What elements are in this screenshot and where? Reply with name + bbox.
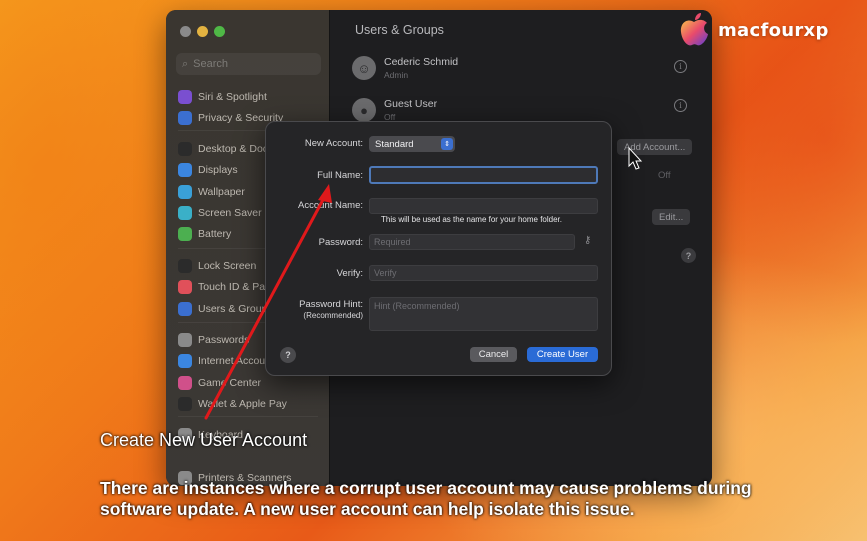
user-name: Cederic Schmid [384, 56, 459, 68]
sidebar-item-lock-screen[interactable]: Lock Screen [178, 257, 256, 275]
search-icon: ⌕ [182, 57, 189, 70]
user-name: Guest User [384, 98, 438, 110]
password-hint-input[interactable]: Hint (Recommended) [369, 297, 598, 331]
siri-icon [178, 90, 192, 104]
account-type-select[interactable]: Standard ⇕ [369, 136, 455, 152]
help-button[interactable]: ? [681, 248, 696, 263]
sidebar-item-label: Screen Saver [198, 207, 262, 219]
user-role: Admin [384, 70, 409, 80]
info-icon[interactable]: i [674, 99, 687, 112]
key-icon[interactable]: ⚷ [584, 235, 591, 246]
sidebar-item-label: Lock Screen [198, 260, 257, 272]
sidebar-item-label: Game Center [198, 377, 262, 389]
password-hint-sublabel: (Recommended) [303, 311, 363, 320]
user-row-admin[interactable]: ☺ Cederic Schmid Admin [352, 56, 458, 80]
close-button[interactable] [180, 26, 191, 37]
minimize-button[interactable] [197, 26, 208, 37]
fingerprint-icon [178, 280, 192, 294]
sidebar-item-label: Desktop & Dock [198, 143, 274, 155]
sidebar-item-label: Siri & Spotlight [198, 91, 267, 103]
sidebar-divider [178, 416, 318, 417]
sidebar-item-wallpaper[interactable]: Wallpaper [178, 183, 245, 201]
dock-icon [178, 142, 192, 156]
sidebar-item-passwords[interactable]: Passwords [178, 331, 249, 349]
zoom-button[interactable] [214, 26, 225, 37]
key-icon [178, 333, 192, 347]
sidebar-search[interactable]: ⌕ Search [176, 53, 321, 75]
sidebar-item-label: Displays [198, 164, 238, 176]
account-name-label: Account Name: [298, 200, 363, 211]
sidebar-item-wallet-apple-pay[interactable]: Wallet & Apple Pay [178, 395, 287, 413]
sidebar-item-battery[interactable]: Battery [178, 225, 231, 243]
account-name-note: This will be used as the name for your h… [381, 215, 562, 224]
account-type-value: Standard [375, 138, 414, 150]
sidebar-item-screen-saver[interactable]: Screen Saver [178, 204, 262, 222]
pane-title: Users & Groups [355, 23, 444, 37]
battery-icon [178, 227, 192, 241]
new-account-label: New Account: [304, 138, 363, 149]
screensaver-icon [178, 206, 192, 220]
gamecenter-icon [178, 376, 192, 390]
password-hint-label: Password Hint: [299, 299, 363, 310]
dialog-help-button[interactable]: ? [280, 347, 296, 363]
sidebar-item-siri-spotlight[interactable]: Siri & Spotlight [178, 88, 267, 106]
verify-input[interactable]: Verify [369, 265, 598, 281]
edit-button[interactable]: Edit... [652, 209, 691, 225]
display-icon [178, 163, 192, 177]
full-name-input[interactable] [369, 166, 598, 184]
sidebar-item-label: Users & Groups [198, 303, 273, 315]
avatar: ☺ [352, 56, 376, 80]
sidebar-item-desktop-dock[interactable]: Desktop & Dock [178, 140, 273, 158]
full-name-label: Full Name: [317, 170, 363, 181]
logo-text: macfourxp [718, 19, 829, 41]
account-name-input[interactable] [369, 198, 598, 214]
off-label: Off [658, 170, 671, 181]
password-input[interactable]: Required [369, 234, 575, 250]
apple-logo-icon [680, 13, 708, 46]
chevron-updown-icon: ⇕ [441, 138, 453, 150]
wallpaper-icon [178, 185, 192, 199]
sidebar-item-displays[interactable]: Displays [178, 161, 238, 179]
cancel-button[interactable]: Cancel [470, 347, 517, 362]
password-label: Password: [318, 237, 363, 248]
at-icon [178, 354, 192, 368]
add-account-button[interactable]: Add Account... [617, 139, 693, 155]
search-placeholder: Search [193, 58, 229, 70]
caption-body: There are instances where a corrupt user… [100, 478, 752, 519]
wallet-icon [178, 397, 192, 411]
sidebar-item-users-groups[interactable]: Users & Groups [172, 298, 324, 320]
avatar: ● [352, 98, 376, 122]
hand-icon [178, 111, 192, 125]
window-controls [180, 26, 225, 37]
sidebar-item-internet-accounts[interactable]: Internet Accounts [178, 352, 279, 370]
verify-label: Verify: [336, 268, 363, 279]
lock-icon [178, 259, 192, 273]
users-icon [178, 302, 192, 316]
caption-title: Create New User Account [100, 430, 308, 450]
sidebar-item-label: Passwords [198, 334, 250, 346]
create-user-button[interactable]: Create User [527, 347, 598, 362]
info-icon[interactable]: i [674, 60, 687, 73]
sidebar-item-label: Wallpaper [198, 186, 245, 198]
new-account-dialog: New Account: Standard ⇕ Full Name: Accou… [265, 121, 612, 376]
site-logo: macfourxp [674, 10, 829, 50]
user-row-guest[interactable]: ● Guest User Off [352, 98, 437, 122]
sidebar-item-game-center[interactable]: Game Center [178, 374, 261, 392]
sidebar-item-label: Battery [198, 228, 232, 240]
sidebar-item-label: Wallet & Apple Pay [198, 398, 287, 410]
